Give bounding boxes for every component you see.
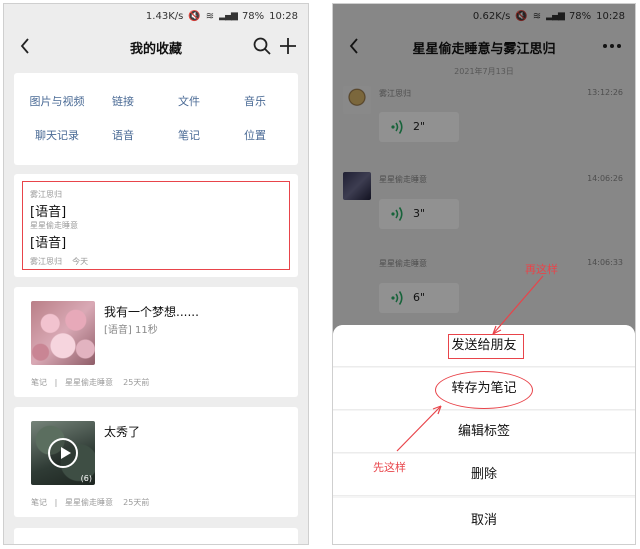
meta-source: 星星偷走睡意 xyxy=(64,378,113,387)
favorites-screen: 1.43K/s 🔇 ≋ ▂▄▆ 78% 10:28 我的收藏 图片与视频 链接 … xyxy=(3,3,309,545)
voice-label: [语音] xyxy=(30,236,67,251)
annotation-first: 先这样 xyxy=(373,461,406,474)
voice-favorite-item[interactable]: 雾江思归 [语音] 星星偷走睡意 [语音] 雾江思归 今天 xyxy=(14,174,298,277)
flower-thumbnail xyxy=(31,301,95,365)
play-icon[interactable] xyxy=(48,438,78,468)
mute-icon: 🔇 xyxy=(188,10,201,22)
battery-level: 78% xyxy=(241,10,265,22)
search-icon[interactable] xyxy=(252,36,272,56)
category-voice[interactable]: 语音 xyxy=(90,127,156,143)
note-item[interactable]: 我有一个梦想...... [语音] 11秒 笔记 | 星星偷走睡意 25天前 xyxy=(14,287,298,397)
nav-bar: 我的收藏 xyxy=(4,28,308,66)
note-item[interactable]: (6) 太秀了 笔记 | 星星偷走睡意 25天前 xyxy=(14,407,298,517)
meta-separator: | xyxy=(54,378,58,387)
sender-name: 雾江思归 xyxy=(30,190,62,199)
highlight-ellipse xyxy=(435,371,533,409)
sender-name: 星星偷走睡意 xyxy=(30,221,78,230)
cancel-option[interactable]: 取消 xyxy=(333,498,635,544)
signal-icon: ▂▄▆ xyxy=(219,11,238,21)
annotation-then: 再这样 xyxy=(525,263,558,276)
delete-label: 删除 xyxy=(470,467,497,482)
category-chat-history[interactable]: 聊天记录 xyxy=(24,127,90,143)
video-count: (6) xyxy=(80,474,92,483)
item-subtitle: [语音] 11秒 xyxy=(104,325,158,336)
meta-time: 25天前 xyxy=(123,378,150,387)
chat-record-screen: 0.62K/s 🔇 ≋ ▂▄▆ 78% 10:28 星星偷走睡意与雾江思归 20… xyxy=(332,3,636,545)
action-sheet: 发送给朋友 转存为笔记 编辑标签 删除 取消 xyxy=(333,325,635,544)
item-title: 我有一个梦想...... xyxy=(104,305,199,319)
edit-tags-label: 编辑标签 xyxy=(457,424,510,439)
add-icon[interactable] xyxy=(278,36,298,56)
category-links[interactable]: 链接 xyxy=(90,93,156,109)
item-meta: 笔记 | 星星偷走睡意 25天前 xyxy=(31,377,149,388)
meta-type: 笔记 xyxy=(31,498,47,507)
edit-tags-option[interactable]: 编辑标签 xyxy=(333,411,635,453)
network-speed: 1.43K/s xyxy=(145,10,184,22)
meta-time: 今天 xyxy=(72,257,89,266)
meta-time: 25天前 xyxy=(123,498,150,507)
status-bar: 1.43K/s 🔇 ≋ ▂▄▆ 78% 10:28 xyxy=(4,4,308,28)
cancel-label: 取消 xyxy=(470,513,497,528)
item-meta: 雾江思归 今天 xyxy=(30,256,88,267)
wifi-icon: ≋ xyxy=(205,10,215,22)
meta-source: 星星偷走睡意 xyxy=(64,498,113,507)
list-item[interactable] xyxy=(14,528,298,544)
item-meta: 笔记 | 星星偷走睡意 25天前 xyxy=(31,497,149,508)
category-images-videos[interactable]: 图片与视频 xyxy=(24,93,90,109)
category-grid: 图片与视频 链接 文件 音乐 聊天记录 语音 笔记 位置 xyxy=(24,93,288,143)
category-card: 图片与视频 链接 文件 音乐 聊天记录 语音 笔记 位置 xyxy=(14,73,298,165)
item-title: 太秀了 xyxy=(104,425,141,439)
video-thumbnail: (6) xyxy=(31,421,95,485)
highlight-box xyxy=(448,334,524,359)
category-files[interactable]: 文件 xyxy=(156,93,222,109)
category-location[interactable]: 位置 xyxy=(222,127,288,143)
category-music[interactable]: 音乐 xyxy=(222,93,288,109)
voice-label: [语音] xyxy=(30,205,67,220)
category-notes[interactable]: 笔记 xyxy=(156,127,222,143)
meta-type: 笔记 xyxy=(31,378,47,387)
meta-separator: | xyxy=(54,498,58,507)
clock: 10:28 xyxy=(269,10,298,22)
meta-source: 雾江思归 xyxy=(30,257,62,266)
